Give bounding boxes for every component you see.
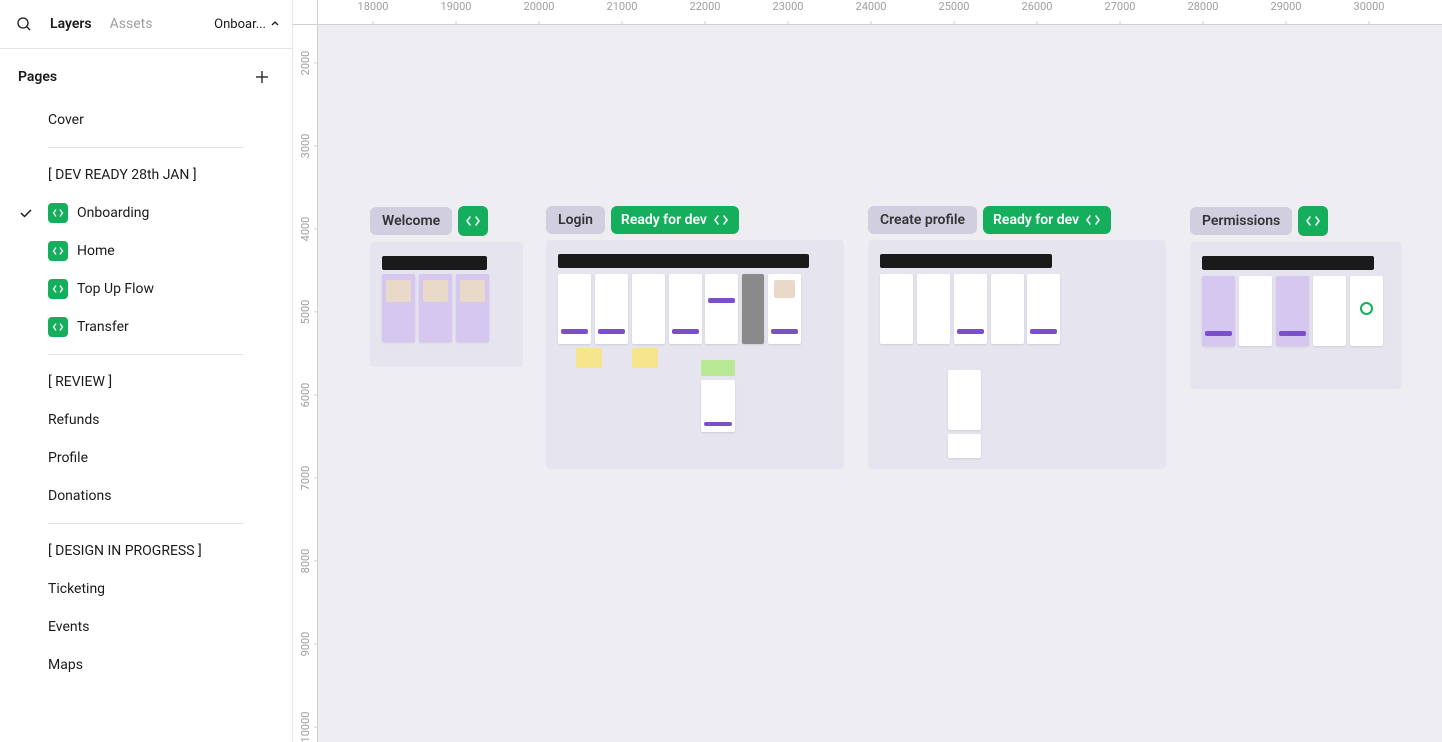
checkmark-icon	[18, 205, 34, 221]
page-item[interactable]: Maps	[0, 646, 292, 684]
page-item-label: [ DESIGN IN PROGRESS ]	[48, 543, 202, 559]
section-permissions[interactable]: Permissions	[1190, 206, 1402, 389]
ruler-tick: 9000	[293, 632, 318, 657]
canvas-content[interactable]: Welcome Login	[318, 25, 1442, 742]
ruler-tick: 4000	[293, 217, 318, 242]
page-divider	[48, 354, 244, 355]
left-sidebar: Layers Assets Onboar... Pages Cover [ DEV…	[0, 0, 293, 742]
ruler-horizontal[interactable]: 18000 19000 20000 21000 22000 23000 24000 25000…	[318, 0, 1442, 25]
page-item-label: Refunds	[48, 412, 100, 428]
page-item-label: Donations	[48, 488, 111, 504]
page-item[interactable]: Onboarding	[0, 194, 292, 232]
status-badge-create-profile[interactable]: Ready for dev	[983, 206, 1111, 234]
page-item[interactable]: [ REVIEW ]	[0, 363, 292, 401]
page-item-label: Onboarding	[77, 205, 149, 221]
page-item-label: [ REVIEW ]	[48, 374, 112, 390]
page-item[interactable]: [ DEV READY 28th JAN ]	[0, 156, 292, 194]
dev-ready-icon	[48, 317, 68, 337]
page-item-label: Cover	[48, 112, 84, 128]
chevron-up-icon	[270, 19, 280, 29]
ruler-vertical[interactable]: 2000 3000 4000 5000 6000 7000 8000 9000 10000	[293, 25, 318, 742]
search-icon[interactable]	[12, 12, 36, 36]
ruler-tick: 30000	[1354, 0, 1385, 25]
ruler-tick: 2000	[293, 51, 318, 76]
ruler-tick: 22000	[690, 0, 721, 25]
page-item[interactable]: Events	[0, 608, 292, 646]
section-title-permissions[interactable]: Permissions	[1190, 207, 1292, 235]
pages-header: Pages	[0, 49, 292, 97]
section-title-welcome[interactable]: Welcome	[370, 207, 452, 235]
page-item-label: Home	[77, 243, 115, 259]
ruler-tick: 24000	[856, 0, 887, 25]
ruler-tick: 27000	[1105, 0, 1136, 25]
page-item[interactable]: Refunds	[0, 401, 292, 439]
ruler-tick: 7000	[293, 466, 318, 491]
page-item-label: Profile	[48, 450, 88, 466]
ruler-tick: 23000	[773, 0, 804, 25]
page-item-label: Ticketing	[48, 581, 105, 597]
ruler-tick: 5000	[293, 300, 318, 325]
page-dropdown[interactable]: Onboar...	[214, 17, 280, 32]
section-frame-login[interactable]	[546, 240, 844, 469]
tab-layers[interactable]: Layers	[46, 12, 96, 36]
pages-header-label: Pages	[18, 69, 57, 85]
page-item[interactable]: Transfer	[0, 308, 292, 346]
page-item[interactable]: Top Up Flow	[0, 270, 292, 308]
page-divider	[48, 523, 244, 524]
section-welcome[interactable]: Welcome	[370, 206, 523, 367]
ruler-tick: 26000	[1022, 0, 1053, 25]
page-item-label: [ DEV READY 28th JAN ]	[48, 167, 197, 183]
page-item-label: Events	[48, 619, 89, 635]
ruler-tick: 21000	[607, 0, 638, 25]
ruler-tick: 10000	[293, 712, 318, 742]
page-item-label: Transfer	[77, 319, 129, 335]
section-frame-welcome[interactable]	[370, 242, 523, 367]
dev-status-icon[interactable]	[1298, 206, 1328, 236]
dev-ready-icon	[48, 203, 68, 223]
ruler-tick: 8000	[293, 549, 318, 574]
page-item[interactable]: Profile	[0, 439, 292, 477]
add-page-button[interactable]	[250, 65, 274, 89]
section-frame-create-profile[interactable]	[868, 240, 1166, 469]
pages-list: Cover [ DEV READY 28th JAN ] Onboarding Hom…	[0, 97, 292, 742]
page-item[interactable]: Donations	[0, 477, 292, 515]
section-title-login[interactable]: Login	[546, 206, 605, 234]
ruler-tick: 20000	[524, 0, 555, 25]
code-icon	[1085, 212, 1101, 228]
ruler-tick: 18000	[358, 0, 389, 25]
ruler-corner	[293, 0, 318, 25]
section-title-create-profile[interactable]: Create profile	[868, 206, 977, 234]
ruler-tick: 6000	[293, 383, 318, 408]
status-badge-label: Ready for dev	[993, 212, 1079, 228]
dev-ready-icon	[48, 279, 68, 299]
ruler-tick: 19000	[441, 0, 472, 25]
code-icon	[713, 212, 729, 228]
ruler-tick: 25000	[939, 0, 970, 25]
status-badge-label: Ready for dev	[621, 212, 707, 228]
page-item-label: Top Up Flow	[77, 281, 154, 297]
page-item[interactable]: [ DESIGN IN PROGRESS ]	[0, 532, 292, 570]
page-dropdown-label: Onboar...	[214, 17, 266, 32]
section-frame-permissions[interactable]	[1190, 242, 1402, 389]
page-item[interactable]: Cover	[0, 101, 292, 139]
page-item-label: Maps	[48, 657, 83, 673]
ruler-tick: 29000	[1271, 0, 1302, 25]
ruler-tick: 28000	[1188, 0, 1219, 25]
tab-assets[interactable]: Assets	[106, 12, 157, 36]
section-login[interactable]: Login Ready for dev	[546, 206, 844, 469]
page-item[interactable]: Home	[0, 232, 292, 270]
section-create-profile[interactable]: Create profile Ready for dev	[868, 206, 1166, 469]
sidebar-tabs: Layers Assets Onboar...	[0, 0, 292, 49]
dev-ready-icon	[48, 241, 68, 261]
dev-status-icon[interactable]	[458, 206, 488, 236]
page-divider	[48, 147, 244, 148]
status-badge-login[interactable]: Ready for dev	[611, 206, 739, 234]
page-item[interactable]: Ticketing	[0, 570, 292, 608]
ruler-tick: 3000	[293, 134, 318, 159]
canvas[interactable]: 18000 19000 20000 21000 22000 23000 24000 25000…	[293, 0, 1442, 742]
